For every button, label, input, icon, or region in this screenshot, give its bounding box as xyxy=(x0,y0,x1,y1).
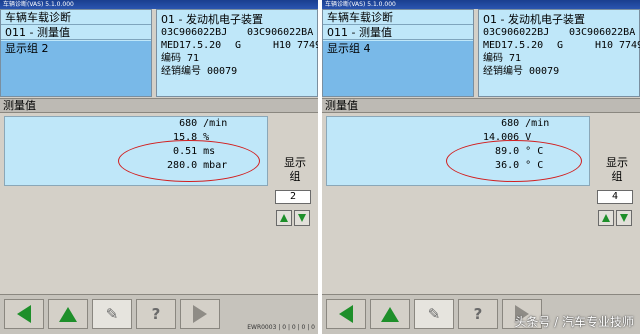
nav-item-group[interactable]: 显示组 4 xyxy=(323,41,473,56)
arrow-down-icon xyxy=(620,214,628,222)
coding: 编码 71 xyxy=(161,53,200,64)
bottom-toolbar: ✎ ? EWR0003 | 0 | 0 | 0 | 0 xyxy=(0,294,318,334)
arrow-up-icon xyxy=(602,214,610,222)
red-highlight-ellipse xyxy=(446,140,582,182)
group-number-field[interactable]: 4 xyxy=(597,190,633,204)
nav-item-service[interactable]: 011 - 测量值 xyxy=(323,25,473,40)
arrow-left-icon xyxy=(17,305,31,323)
nav-panel: 车辆车载诊断 011 - 测量值 显示组 2 xyxy=(0,9,152,97)
part-number-left: 03C906022BJ xyxy=(161,27,228,38)
print-button[interactable]: ✎ xyxy=(414,299,454,329)
group-up-button[interactable] xyxy=(276,210,292,226)
part-number-right: 03C906022BA xyxy=(247,27,314,38)
part-number-row: 03C906022BJ 03C906022BA xyxy=(483,26,635,39)
help-icon: ? xyxy=(151,304,161,323)
nav-item-function[interactable]: 车辆车载诊断 xyxy=(323,10,473,25)
diagnostic-window-right: 车辆诊断(VAS) 5.1.0.000 车辆车载诊断 011 - 测量值 显示组… xyxy=(322,0,640,334)
part-number-left: 03C906022BJ xyxy=(483,27,550,38)
ecu-info-panel: 01 - 发动机电子装置 03C906022BJ 03C906022BA MED… xyxy=(156,9,318,97)
ecu-g: G xyxy=(557,40,564,51)
print-button[interactable]: ✎ xyxy=(92,299,132,329)
help-button[interactable]: ? xyxy=(458,299,498,329)
ecu-version-row: MED17.5.20 G H10 7749 xyxy=(483,39,640,52)
group-selector-label: 显示组 xyxy=(284,156,306,183)
help-icon: ? xyxy=(473,304,483,323)
group-selector-label: 显示组 xyxy=(606,156,628,183)
red-highlight-ellipse xyxy=(118,140,260,182)
print-icon: ✎ xyxy=(105,304,119,323)
section-title: 测量值 xyxy=(322,98,640,113)
ecu-num: 7749 xyxy=(619,40,640,51)
ecu-num: 7749 xyxy=(297,40,318,51)
section-title: 测量值 xyxy=(0,98,318,113)
help-button[interactable]: ? xyxy=(136,299,176,329)
ecu-version: MED17.5.20 xyxy=(483,40,544,51)
group-selector: 显示组 2 xyxy=(272,116,318,296)
up-button[interactable] xyxy=(48,299,88,329)
dealer-number: 经销编号 00079 xyxy=(161,66,238,77)
measured-value: 680 /min xyxy=(155,118,228,129)
status-text: EWR0003 | 0 | 0 | 0 | 0 xyxy=(247,324,315,331)
back-button[interactable] xyxy=(326,299,366,329)
ecu-version: MED17.5.20 xyxy=(161,40,222,51)
group-number-field[interactable]: 2 xyxy=(275,190,311,204)
forward-button[interactable] xyxy=(180,299,220,329)
up-button[interactable] xyxy=(370,299,410,329)
group-down-button[interactable] xyxy=(294,210,310,226)
dealer-number: 经销编号 00079 xyxy=(483,66,560,77)
group-up-button[interactable] xyxy=(598,210,614,226)
part-number-row: 03C906022BJ 03C906022BA xyxy=(161,26,313,39)
group-down-button[interactable] xyxy=(616,210,632,226)
diagnostic-window-left: 车辆诊断(VAS) 5.1.0.000 车辆车载诊断 011 - 测量值 显示组… xyxy=(0,0,318,334)
ecu-title: 01 - 发动机电子装置 xyxy=(161,13,263,26)
print-icon: ✎ xyxy=(427,304,441,323)
ecu-h: H10 xyxy=(273,40,292,51)
nav-item-group[interactable]: 显示组 2 xyxy=(1,41,151,56)
arrow-down-icon xyxy=(298,214,306,222)
nav-item-function[interactable]: 车辆车载诊断 xyxy=(1,10,151,25)
window-title: 车辆诊断(VAS) 5.1.0.000 xyxy=(322,0,640,9)
arrow-up-icon xyxy=(381,306,399,322)
measured-value: 680 /min xyxy=(477,118,550,129)
ecu-info-panel: 01 - 发动机电子装置 03C906022BJ 03C906022BA MED… xyxy=(478,9,640,97)
nav-panel: 车辆车载诊断 011 - 测量值 显示组 4 xyxy=(322,9,474,97)
coding: 编码 71 xyxy=(483,53,522,64)
part-number-right: 03C906022BA xyxy=(569,27,636,38)
arrow-up-icon xyxy=(280,214,288,222)
arrow-left-icon xyxy=(339,305,353,323)
arrow-up-icon xyxy=(59,306,77,322)
group-selector: 显示组 4 xyxy=(594,116,640,296)
ecu-version-row: MED17.5.20 G H10 7749 xyxy=(161,39,318,52)
ecu-g: G xyxy=(235,40,242,51)
ecu-h: H10 xyxy=(595,40,614,51)
watermark: 头条号 / 汽车专业技师 xyxy=(514,315,634,329)
window-title: 车辆诊断(VAS) 5.1.0.000 xyxy=(0,0,318,9)
nav-item-service[interactable]: 011 - 测量值 xyxy=(1,25,151,40)
back-button[interactable] xyxy=(4,299,44,329)
arrow-right-icon xyxy=(193,305,207,323)
ecu-title: 01 - 发动机电子装置 xyxy=(483,13,585,26)
